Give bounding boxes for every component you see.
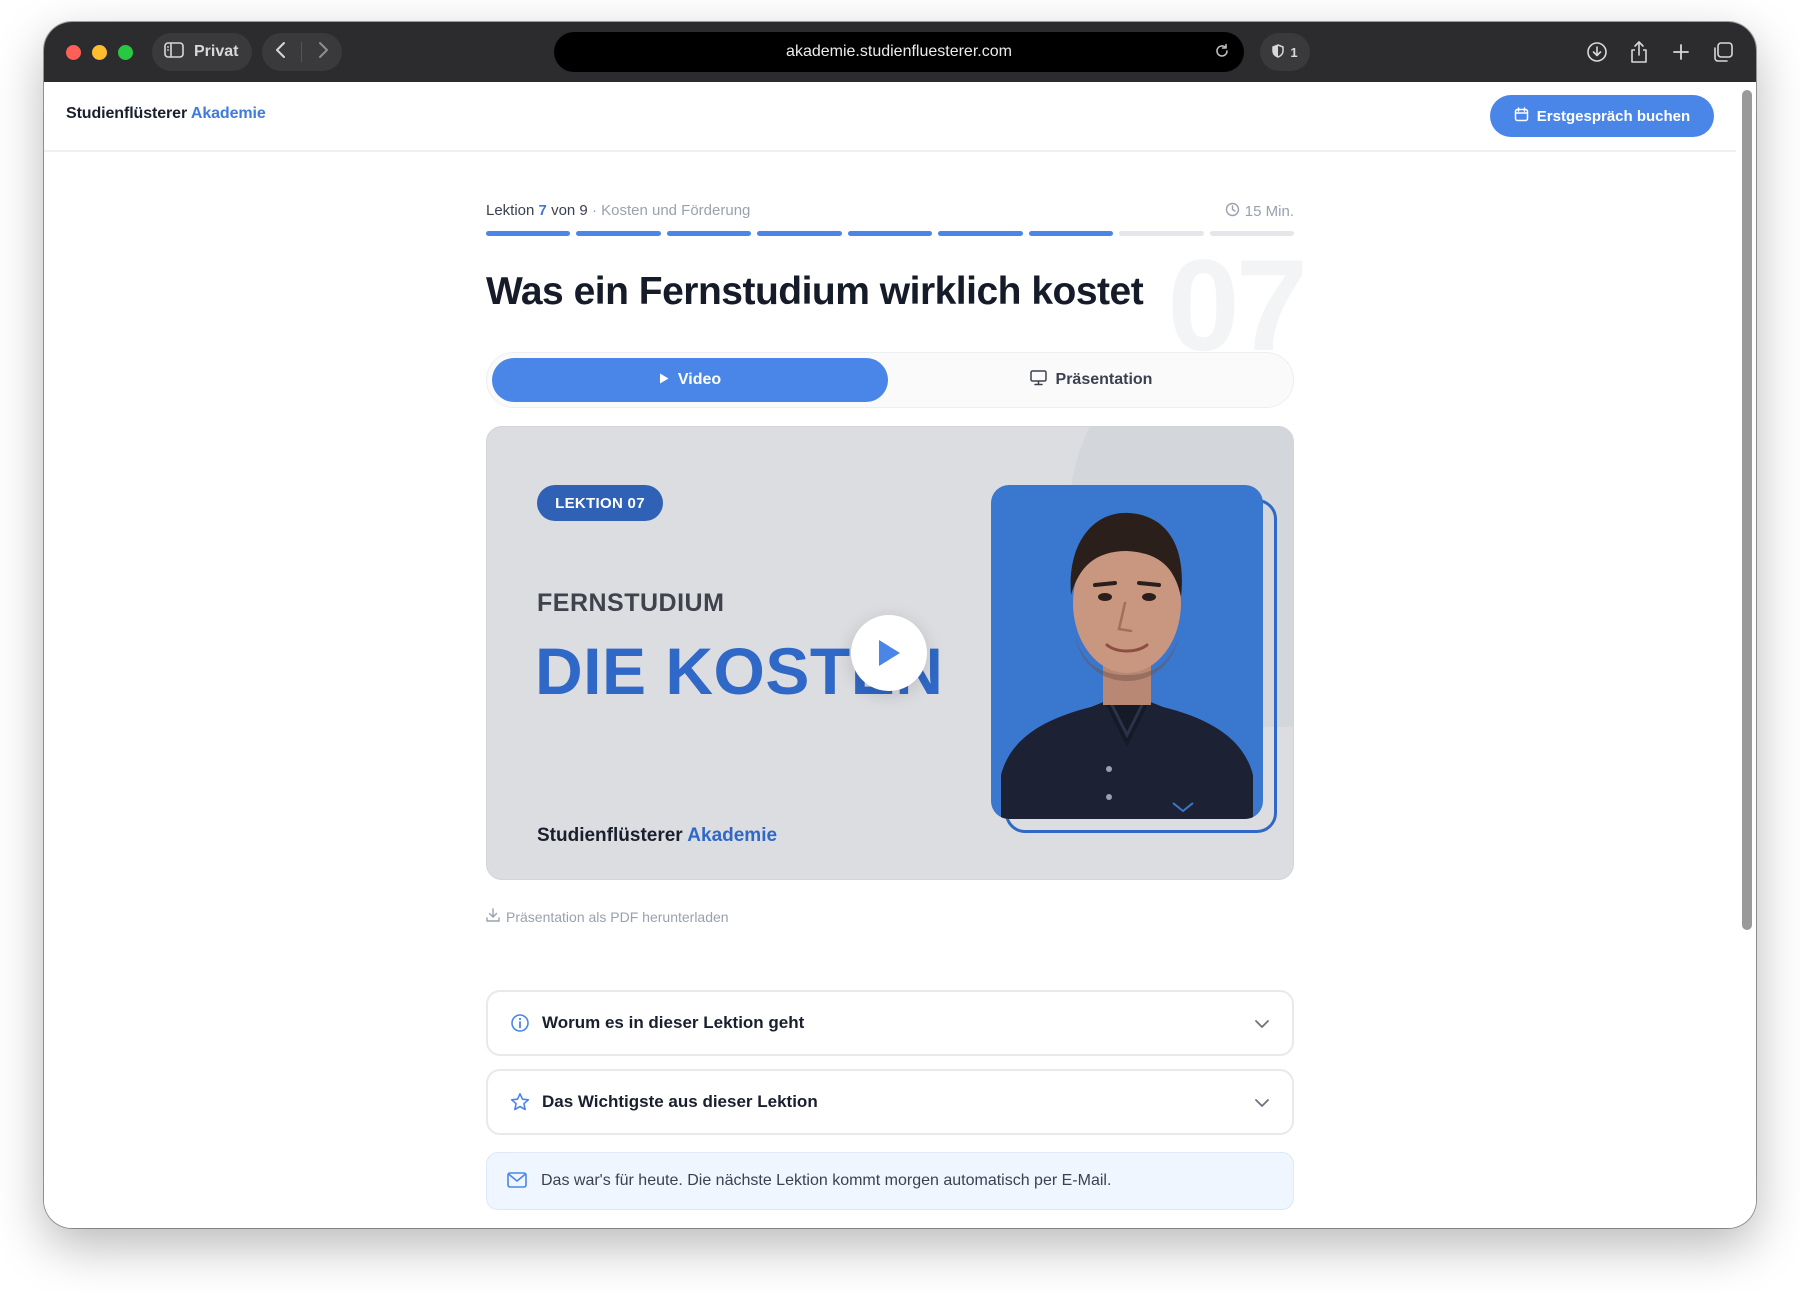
- private-mode-label: Privat: [194, 43, 239, 60]
- presenter-photo: [991, 485, 1263, 819]
- download-icon: [486, 908, 500, 925]
- lesson-separator: ·: [591, 202, 597, 219]
- video-brand-name: Studienflüsterer: [537, 825, 683, 846]
- play-icon: [659, 371, 669, 389]
- tab-video-label: Video: [677, 371, 722, 388]
- book-consultation-label: Erstgespräch buchen: [1536, 107, 1691, 125]
- sidebar-icon: [164, 41, 184, 63]
- new-tab-button[interactable]: [1668, 36, 1694, 68]
- accordion-lesson-overview[interactable]: Worum es in dieser Lektion geht: [486, 990, 1294, 1056]
- info-icon: [510, 1013, 530, 1038]
- lesson-duration: 15 Min.: [1225, 202, 1294, 221]
- share-icon: [1631, 41, 1647, 63]
- tracker-count: 1: [1290, 44, 1298, 60]
- lesson-number: 7: [538, 202, 547, 219]
- chevron-left-icon: [276, 41, 286, 58]
- book-consultation-button[interactable]: Erstgespräch buchen: [1490, 95, 1714, 137]
- tabs-icon: [1714, 42, 1733, 62]
- mail-icon: [507, 1172, 527, 1193]
- download-pdf-link[interactable]: Präsentation als PDF herunterladen: [486, 908, 729, 925]
- accordion-key-takeaways[interactable]: Das Wichtigste aus dieser Lektion: [486, 1069, 1294, 1135]
- video-play-button[interactable]: [851, 615, 927, 691]
- reload-icon[interactable]: [1214, 43, 1230, 64]
- browser-toolbar: Privat akademie.studienfluesterer.com 1: [44, 22, 1756, 82]
- lesson-breadcrumb: Lektion 7 von 9 · Kosten und Förderung: [486, 202, 750, 219]
- page-scrollbar[interactable]: [1742, 90, 1752, 930]
- monitor-icon: [1029, 369, 1047, 391]
- brand-accent: Akademie: [190, 105, 266, 122]
- plus-icon: [1673, 44, 1689, 60]
- address-bar[interactable]: akademie.studienfluesterer.com: [554, 32, 1244, 72]
- brand-name: Studienflüsterer: [66, 105, 188, 122]
- progress-segment: [576, 231, 661, 236]
- next-lesson-notice: Das war's für heute. Die nächste Lektion…: [486, 1152, 1294, 1210]
- next-lesson-notice-text: Das war's für heute. Die nächste Lektion…: [541, 1172, 1112, 1189]
- tab-overview-button[interactable]: [1710, 36, 1736, 68]
- progress-segment: [938, 231, 1023, 236]
- chevron-down-icon: [1254, 1095, 1270, 1113]
- sidebar-toggle-button[interactable]: Privat: [152, 33, 252, 71]
- site-logo[interactable]: Studienflüsterer Akademie: [66, 105, 266, 123]
- accordion-key-takeaways-label: Das Wichtigste aus dieser Lektion: [542, 1092, 818, 1111]
- forward-button[interactable]: [317, 41, 329, 64]
- lesson-prefix: Lektion: [486, 202, 535, 219]
- history-navigation: [262, 33, 342, 71]
- minimize-window-button[interactable]: [92, 45, 107, 60]
- downloads-button[interactable]: [1584, 36, 1610, 68]
- star-icon: [510, 1092, 530, 1117]
- zoom-window-button[interactable]: [118, 45, 133, 60]
- calendar-icon: [1514, 106, 1529, 126]
- lesson-number-watermark: 07: [1167, 232, 1308, 378]
- video-kicker: FERNSTUDIUM: [537, 589, 725, 617]
- video-brand: Studienflüsterer Akademie: [537, 825, 777, 847]
- tab-presentation-label: Präsentation: [1055, 371, 1153, 388]
- privacy-report-button[interactable]: 1: [1260, 33, 1310, 71]
- chevron-right-icon: [318, 41, 328, 58]
- duration-text: 15 Min.: [1244, 203, 1294, 220]
- download-icon: [1587, 42, 1607, 62]
- progress-segment: [486, 231, 571, 236]
- media-toggle: Video Präsentation: [486, 352, 1294, 408]
- video-brand-accent: Akademie: [687, 825, 778, 846]
- lesson-topic: Kosten und Förderung: [601, 202, 751, 219]
- play-icon: [879, 640, 900, 666]
- video-player[interactable]: LEKTION 07 FERNSTUDIUM DIE KOSTEN Studie…: [486, 426, 1294, 880]
- nav-divider: [301, 42, 303, 62]
- tab-video[interactable]: Video: [492, 358, 888, 402]
- web-page: Studienflüsterer Akademie Erstgespräch b…: [44, 82, 1756, 1228]
- share-button[interactable]: [1626, 36, 1652, 68]
- video-lesson-badge: LEKTION 07: [537, 485, 663, 521]
- progress-segment: [1028, 231, 1114, 236]
- back-button[interactable]: [275, 41, 287, 64]
- progress-segment: [666, 231, 752, 236]
- progress-segment: [847, 231, 933, 236]
- chevron-down-icon: [1254, 1016, 1270, 1034]
- download-pdf-label: Präsentation als PDF herunterladen: [506, 908, 729, 925]
- toolbar-actions: [1584, 36, 1736, 68]
- site-header: Studienflüsterer Akademie Erstgespräch b…: [44, 82, 1736, 152]
- accordion-lesson-overview-label: Worum es in dieser Lektion geht: [542, 1013, 805, 1032]
- url-text: akademie.studienfluesterer.com: [786, 43, 1012, 60]
- shield-icon: [1272, 43, 1285, 61]
- browser-window: Privat akademie.studienfluesterer.com 1: [44, 22, 1756, 1228]
- progress-segment: [757, 231, 842, 236]
- close-window-button[interactable]: [66, 45, 81, 60]
- clock-icon: [1225, 202, 1240, 221]
- tab-presentation[interactable]: Präsentation: [893, 358, 1289, 402]
- lesson-total: von 9: [551, 202, 588, 219]
- lesson-title: Was ein Fernstudium wirklich kostet: [486, 270, 1144, 313]
